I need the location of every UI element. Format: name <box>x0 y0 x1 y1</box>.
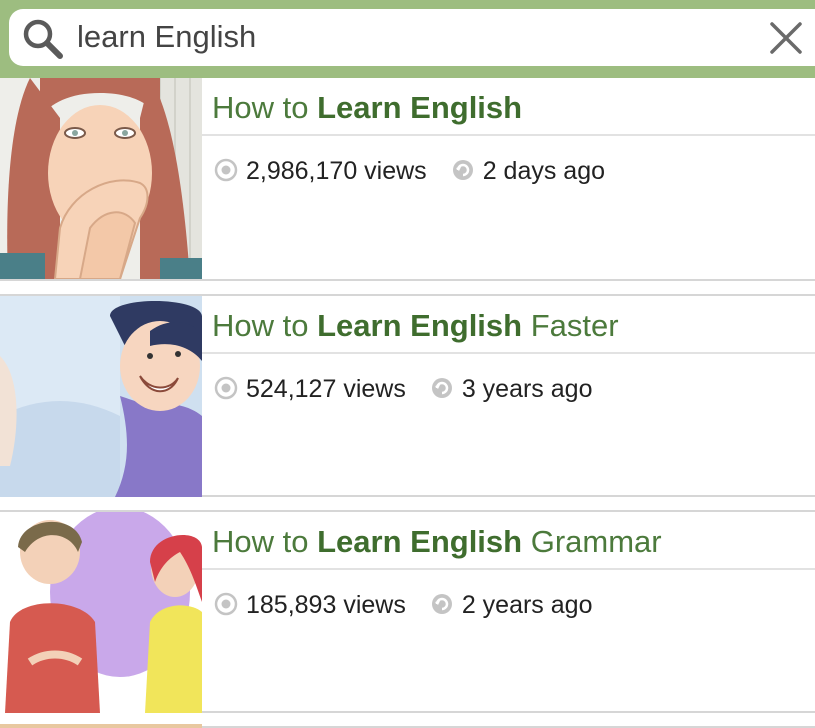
close-icon[interactable] <box>769 21 803 55</box>
updated-icon <box>431 377 452 398</box>
title-area[interactable]: How to Learn English Faster <box>202 296 815 354</box>
search-box[interactable] <box>9 9 815 66</box>
article-thumbnail[interactable] <box>0 78 202 279</box>
search-bar <box>0 0 815 78</box>
row-divider <box>0 497 815 510</box>
result-row[interactable]: How to Learn English 2,986,170 views 2 d… <box>0 78 815 281</box>
title-area[interactable]: How to Learn English Grammar <box>202 512 815 570</box>
search-icon[interactable] <box>21 17 65 61</box>
updated-time: 2 years ago <box>461 590 593 619</box>
article-thumbnail[interactable] <box>0 296 202 497</box>
article-meta: 2,986,170 views 2 days ago <box>214 156 605 186</box>
search-input[interactable] <box>77 15 757 59</box>
views-icon <box>214 592 238 616</box>
result-row[interactable]: How to Learn English Faster 524,127 view… <box>0 294 815 497</box>
updated-icon <box>452 159 473 180</box>
updated-icon <box>431 593 452 614</box>
views-icon <box>214 376 238 400</box>
updated-time: 3 years ago <box>461 374 593 403</box>
views-icon <box>214 158 238 182</box>
view-count: 524,127 views <box>246 374 406 403</box>
article-meta: 524,127 views 3 years ago <box>214 374 592 404</box>
row-divider <box>0 281 815 294</box>
article-title[interactable]: How to Learn English <box>212 90 522 126</box>
article-title[interactable]: How to Learn English Faster <box>212 308 619 344</box>
title-area[interactable]: How to Learn English <box>202 78 815 136</box>
article-title[interactable]: How to Learn English Grammar <box>212 524 662 560</box>
result-row[interactable]: How to Learn English Grammar 185,893 vie… <box>0 510 815 713</box>
article-meta: 185,893 views 2 years ago <box>214 590 592 620</box>
view-count: 185,893 views <box>246 590 406 619</box>
next-result-thumbnail-partial <box>0 724 202 728</box>
view-count: 2,986,170 views <box>246 156 427 185</box>
article-thumbnail[interactable] <box>0 512 202 713</box>
updated-time: 2 days ago <box>482 156 606 185</box>
